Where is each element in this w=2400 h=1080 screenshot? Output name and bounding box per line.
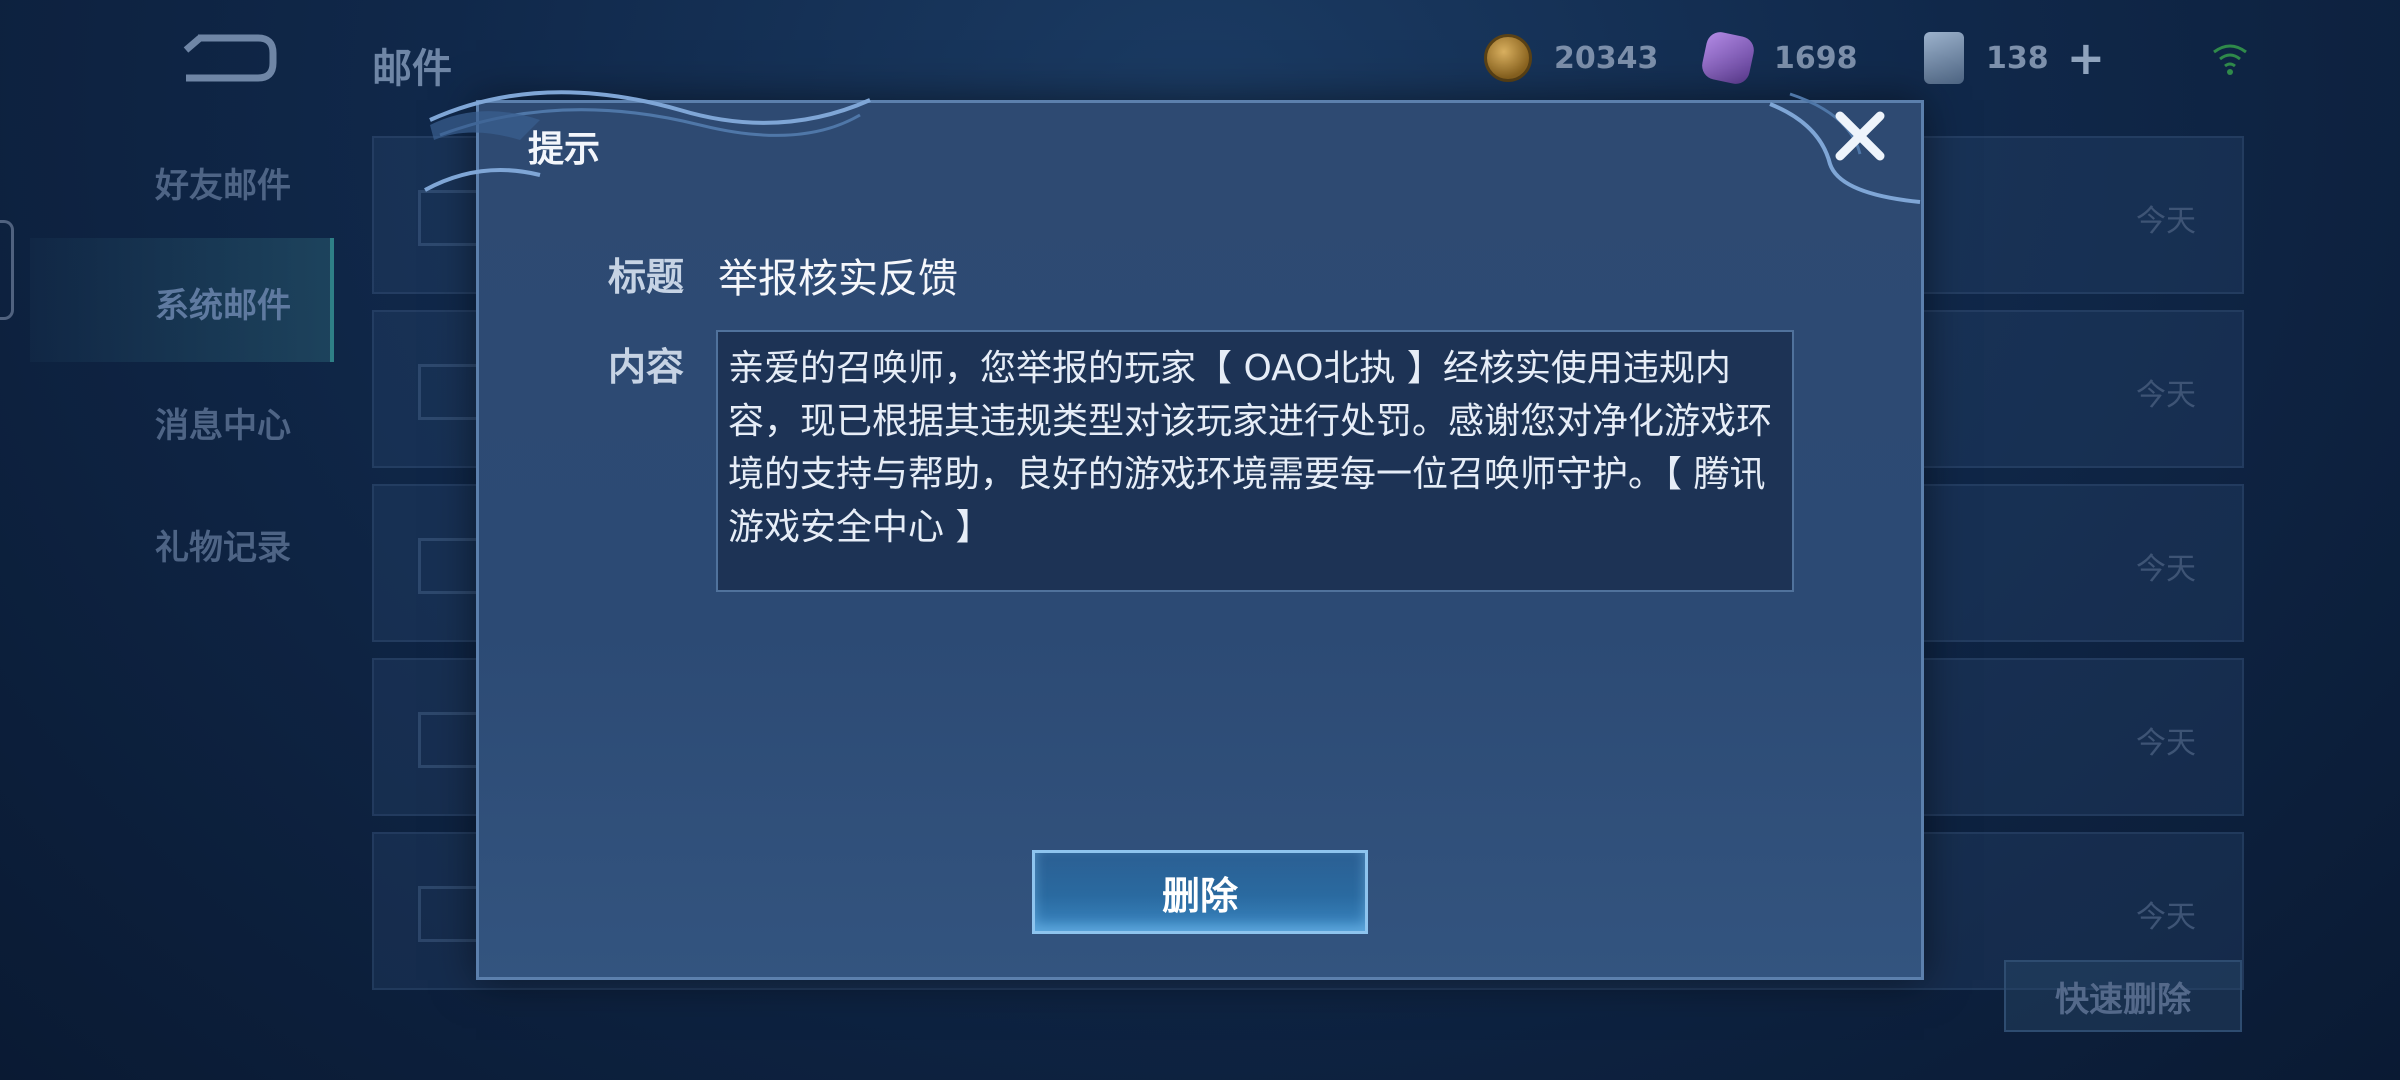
dialog-corner-ornament-left xyxy=(424,90,871,192)
mail-date: 今天 xyxy=(2136,552,2196,587)
sidebar-item-gift-records[interactable]: 礼物记录 xyxy=(155,520,291,569)
sidebar-item-message-center[interactable]: 消息中心 xyxy=(155,398,291,447)
mail-subject: 举报核实反馈 xyxy=(718,256,958,302)
side-edge-handle xyxy=(0,220,14,320)
card-icon xyxy=(1924,32,1964,84)
gem-amount: 1698 xyxy=(1774,40,1858,76)
gem-icon xyxy=(1699,29,1757,87)
add-currency-plus-icon[interactable]: + xyxy=(2067,35,2106,81)
mail-date: 今天 xyxy=(2136,378,2196,413)
close-button[interactable] xyxy=(1828,104,1892,168)
card-amount: 138 xyxy=(1986,40,2049,76)
sidebar-item-friend-mail[interactable]: 好友邮件 xyxy=(155,158,291,207)
wifi-signal-icon xyxy=(2213,44,2247,75)
mail-date: 今天 xyxy=(2136,900,2196,935)
back-arrow-icon[interactable] xyxy=(178,28,278,88)
quick-delete-button[interactable]: 快速删除 xyxy=(2004,960,2242,1032)
mail-date: 今天 xyxy=(2136,204,2196,239)
close-icon xyxy=(1835,111,1885,161)
gem-currency: 1698 xyxy=(1699,29,1858,87)
gold-amount: 20343 xyxy=(1554,40,1659,76)
subject-label: 标题 xyxy=(608,255,685,299)
delete-button[interactable]: 删除 xyxy=(1032,850,1368,934)
sidebar-item-system-mail[interactable]: 系统邮件 xyxy=(155,278,291,327)
card-currency: 138 + xyxy=(1924,30,2105,86)
gold-currency: 20343 xyxy=(1484,30,1658,86)
gold-coin-icon xyxy=(1484,34,1532,82)
mail-date: 今天 xyxy=(2136,726,2196,761)
dialog-title: 提示 xyxy=(528,129,601,170)
content-label: 内容 xyxy=(608,345,685,389)
mail-content-box[interactable]: 亲爱的召唤师，您举报的玩家【 OAO北执 】经核实使用违规内容，现已根据其违规类… xyxy=(716,330,1794,592)
